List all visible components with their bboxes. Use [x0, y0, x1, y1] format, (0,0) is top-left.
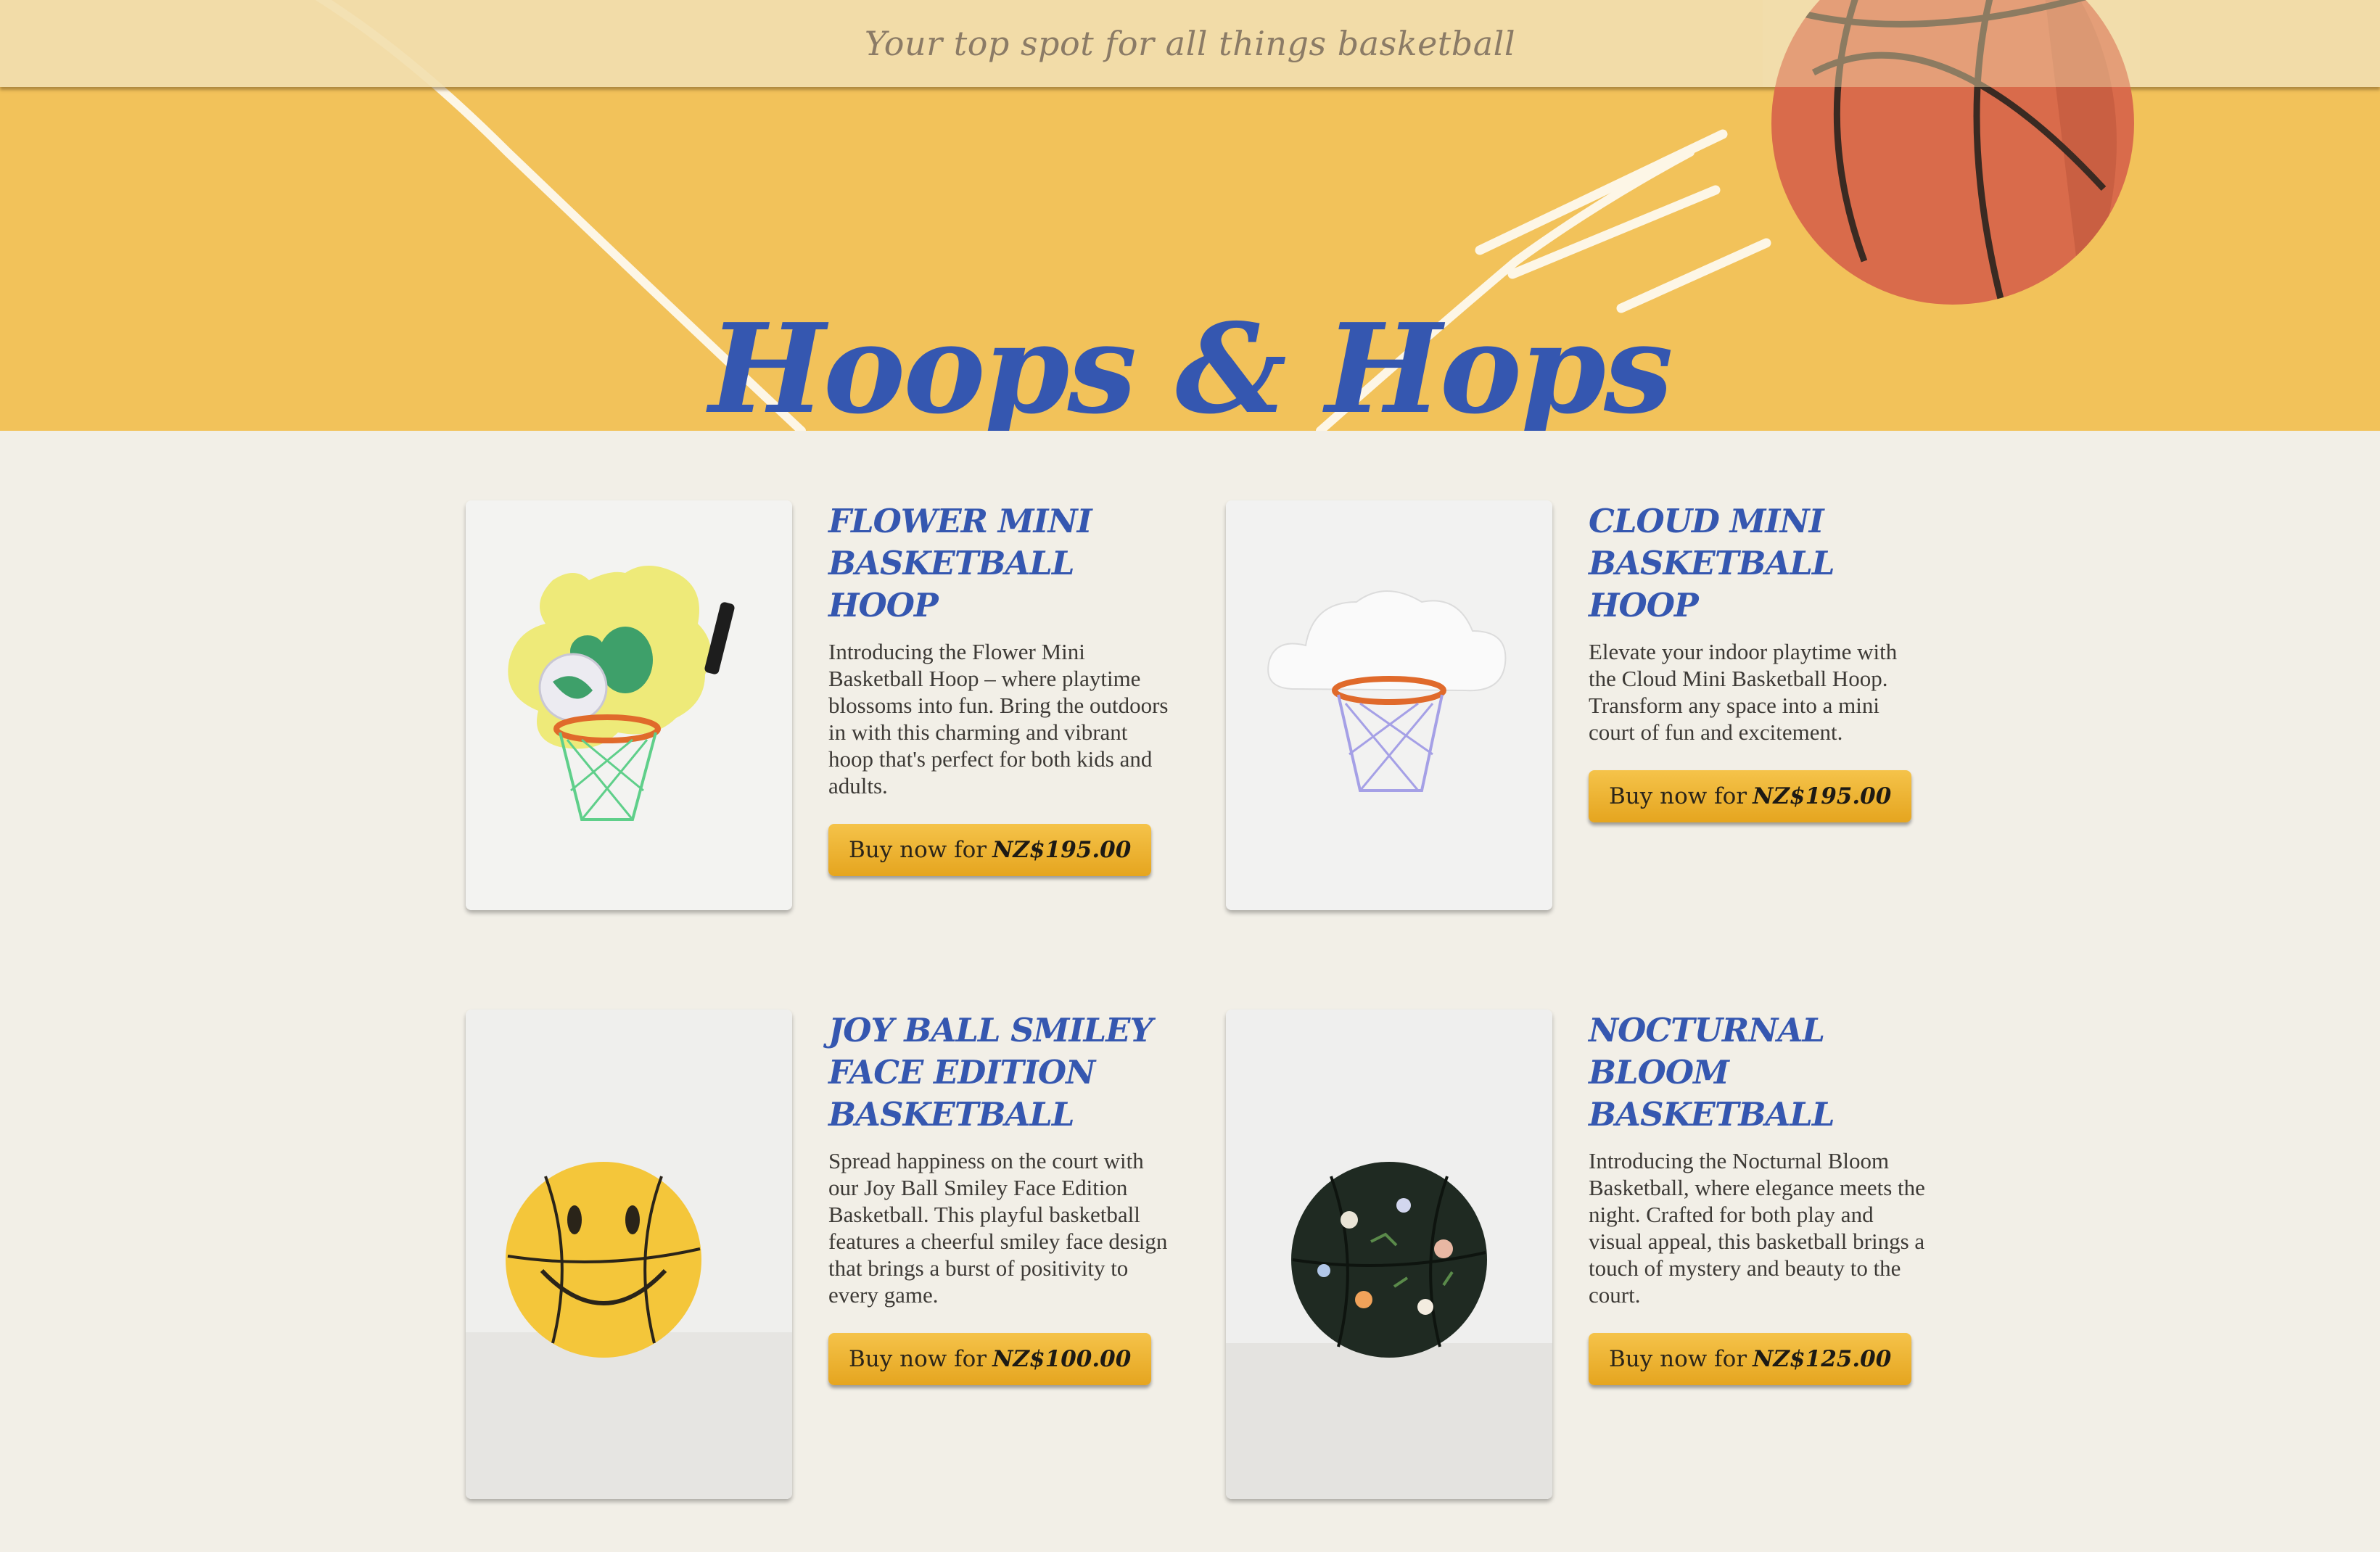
buy-now-button[interactable]: Buy now for NZ$195.00 [1589, 770, 1912, 822]
product-price: NZ$195.00 [1753, 783, 1892, 809]
product-description: Introducing the Flower Mini Basketball H… [828, 639, 1169, 798]
product-title: Cloud Mini Basketball Hoop [1589, 502, 1835, 624]
buy-label: Buy now for [1609, 1346, 1747, 1372]
basketball-icon [1763, 0, 2140, 305]
product-description: Introducing the Nocturnal Bloom Basketba… [1589, 1148, 1925, 1308]
site-title: Hoops & Hops [709, 296, 1673, 431]
product-description: Elevate your indoor playtime with the Cl… [1589, 639, 1898, 745]
tagline: Your top spot for all things basketball [864, 24, 1516, 63]
product-title: Flower Mini Basketball Hoop [828, 502, 1092, 624]
smiley-ball-image[interactable] [466, 1010, 792, 1499]
buy-now-button[interactable]: Buy now for NZ$125.00 [1589, 1333, 1912, 1385]
buy-label: Buy now for [1609, 783, 1747, 809]
product-info: Joy Ball Smiley Face Edition Basketball … [828, 1010, 1169, 1385]
product-info: Cloud Mini Basketball Hoop Elevate your … [1589, 500, 1930, 822]
buy-label: Buy now for [849, 837, 987, 863]
buy-now-button[interactable]: Buy now for NZ$195.00 [828, 824, 1152, 876]
buy-now-button[interactable]: Buy now for NZ$100.00 [828, 1333, 1152, 1385]
product-title: Nocturnal Bloom Basketball [1589, 1011, 1835, 1134]
buy-label: Buy now for [849, 1346, 987, 1372]
hero-banner: Your top spot for all things basketball … [0, 0, 2380, 431]
flower-hoop-image[interactable] [466, 500, 792, 910]
floral-ball-image[interactable] [1226, 1010, 1552, 1499]
product-price: NZ$125.00 [1753, 1346, 1892, 1372]
product-description: Spread happiness on the court with our J… [828, 1148, 1168, 1308]
product-info: Nocturnal Bloom Basketball Introducing t… [1589, 1010, 1930, 1385]
product-price: NZ$195.00 [992, 837, 1132, 863]
product-price: NZ$100.00 [992, 1346, 1132, 1372]
cloud-hoop-image[interactable] [1226, 500, 1552, 910]
product-title: Joy Ball Smiley Face Edition Basketball [828, 1011, 1153, 1134]
product-info: Flower Mini Basketball Hoop Introducing … [828, 500, 1169, 876]
